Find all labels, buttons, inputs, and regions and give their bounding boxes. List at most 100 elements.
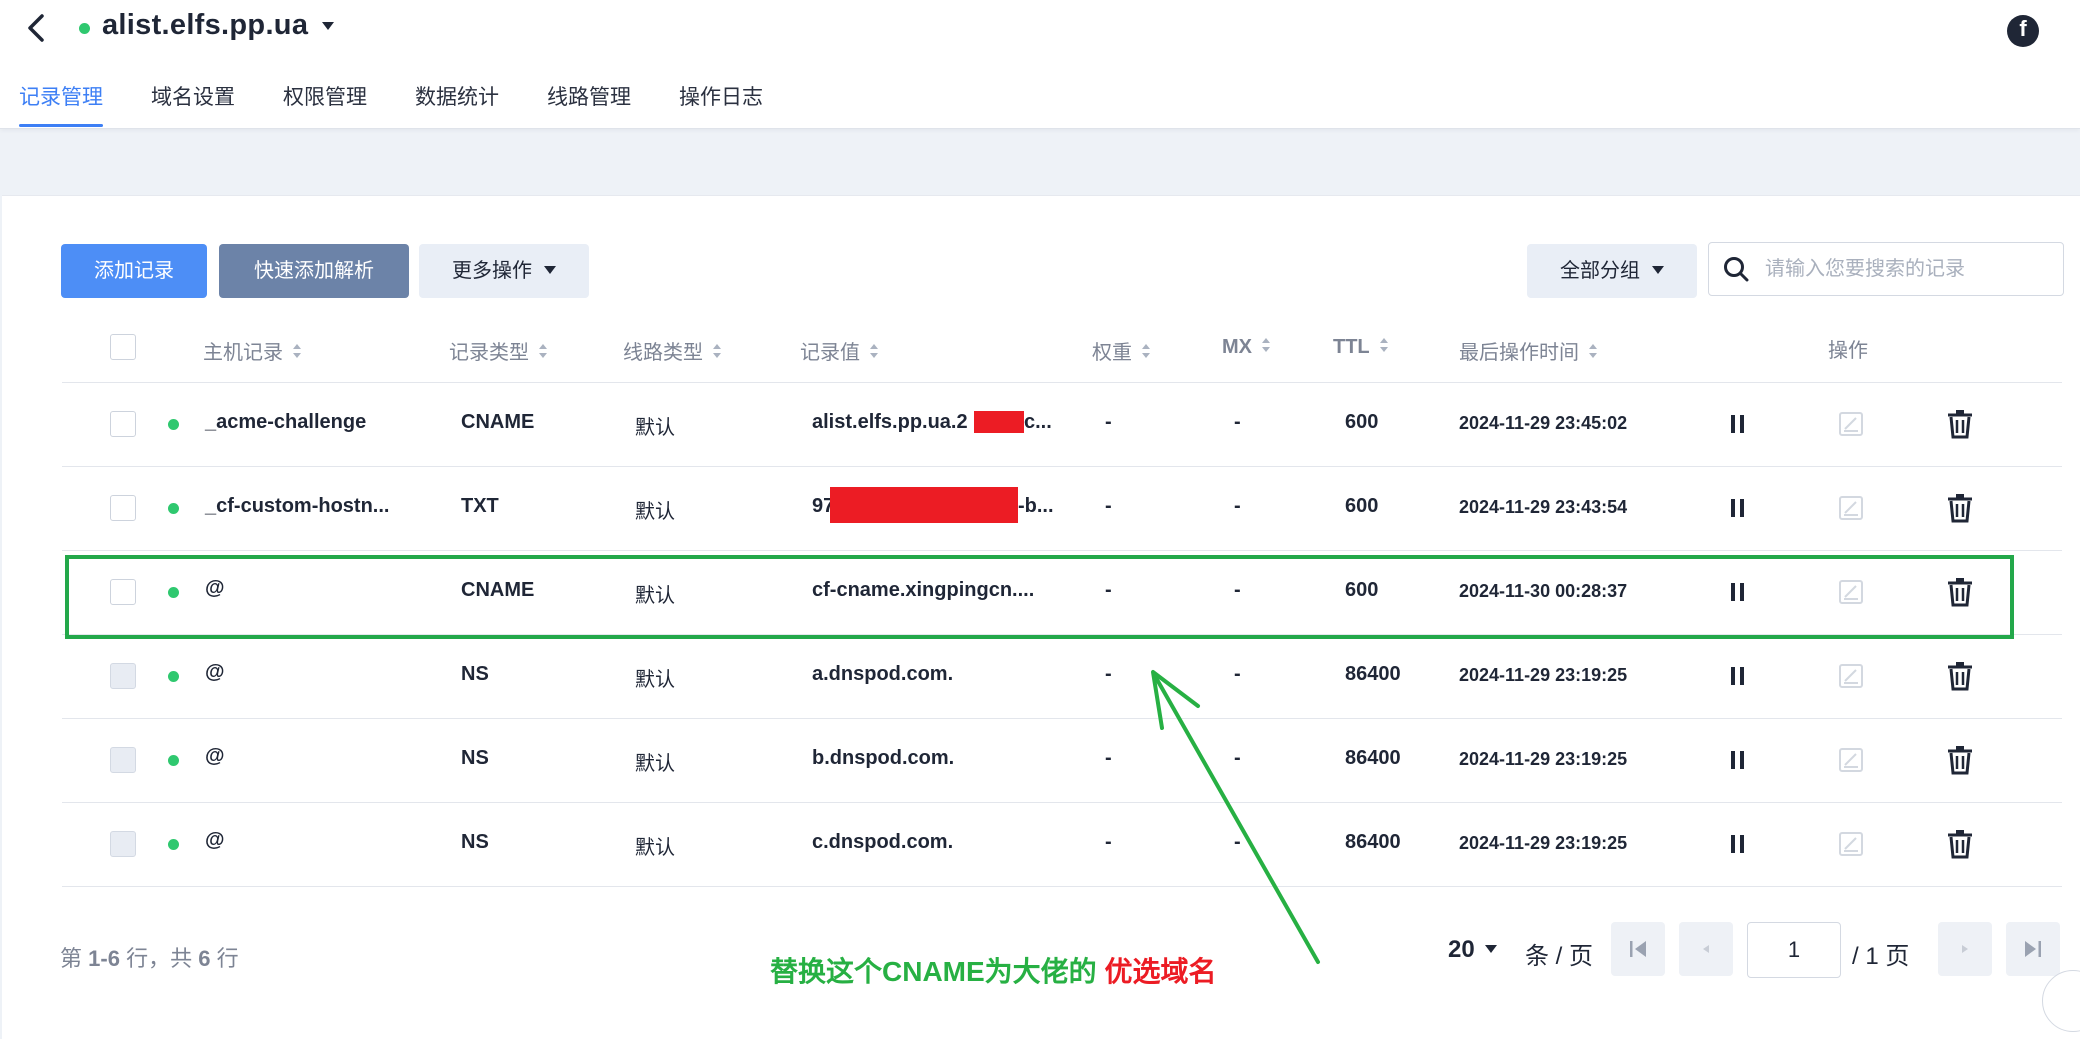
edit-icon[interactable] — [1838, 411, 1864, 437]
quick-add-button[interactable]: 快速添加解析 — [219, 244, 409, 298]
sort-icon[interactable] — [1142, 343, 1150, 360]
weight-cell: - — [1105, 495, 1112, 517]
add-record-button[interactable]: 添加记录 — [61, 244, 207, 298]
value-cell-suffix: c... — [1024, 411, 1052, 433]
pause-icon[interactable] — [1731, 499, 1745, 517]
back-arrow-icon[interactable] — [22, 10, 52, 46]
tab-statistics[interactable]: 数据统计 — [415, 81, 499, 111]
time-cell: 2024-11-29 23:45:02 — [1459, 413, 1628, 433]
ttl-cell: 600 — [1345, 495, 1379, 517]
pause-icon[interactable] — [1731, 415, 1745, 433]
trash-icon[interactable] — [1946, 745, 1974, 775]
time-cell: 2024-11-29 23:43:54 — [1459, 497, 1628, 517]
sort-icon[interactable] — [713, 343, 721, 360]
next-page-button[interactable] — [1938, 922, 1992, 976]
column-line[interactable]: 线路类型 — [623, 336, 721, 365]
prev-page-button[interactable] — [1679, 922, 1733, 976]
ttl-cell: 86400 — [1345, 747, 1401, 769]
tab-operation-log[interactable]: 操作日志 — [679, 81, 763, 111]
more-actions-button[interactable]: 更多操作 — [419, 244, 589, 298]
host-cell: @ — [205, 745, 225, 767]
column-type[interactable]: 记录类型 — [449, 336, 547, 365]
facebook-icon[interactable]: f — [2007, 15, 2039, 47]
count-suffix: 行 — [216, 946, 239, 971]
value-cell-prefix[interactable]: b.dnspod.com. — [812, 747, 954, 770]
edit-icon[interactable] — [1838, 495, 1864, 521]
ttl-cell: 86400 — [1345, 663, 1401, 685]
count-range: 1-6 — [88, 946, 120, 971]
select-all-checkbox[interactable] — [110, 334, 136, 360]
per-page-label: 条 / 页 — [1525, 943, 1594, 970]
column-mx[interactable]: MX — [1222, 336, 1270, 359]
time-cell: 2024-11-29 23:19:25 — [1459, 665, 1628, 685]
domain-switch-caret-icon[interactable] — [322, 22, 334, 30]
sort-icon[interactable] — [539, 343, 547, 360]
tab-domain-settings[interactable]: 域名设置 — [151, 81, 235, 111]
trash-icon[interactable] — [1946, 409, 1974, 439]
ttl-cell: 86400 — [1345, 831, 1401, 853]
page-number-input[interactable] — [1747, 922, 1841, 978]
edit-icon[interactable] — [1838, 831, 1864, 857]
column-ttl-label: TTL — [1333, 336, 1370, 358]
trash-icon[interactable] — [1946, 829, 1974, 859]
column-weight[interactable]: 权重 — [1092, 336, 1150, 365]
search-icon[interactable] — [1723, 256, 1749, 282]
trash-icon[interactable] — [1946, 661, 1974, 691]
value-cell-prefix[interactable]: alist.elfs.pp.ua.2 — [812, 411, 968, 434]
row-checkbox[interactable] — [110, 663, 136, 689]
last-page-icon — [2025, 941, 2041, 957]
first-page-button[interactable] — [1611, 922, 1665, 976]
tab-line-management[interactable]: 线路管理 — [547, 81, 631, 111]
page-size-dropdown[interactable]: 20 — [1448, 936, 1497, 964]
line-cell: 默认 — [635, 753, 675, 775]
column-ttl[interactable]: TTL — [1333, 336, 1388, 359]
tab-record-management[interactable]: 记录管理 — [19, 81, 103, 111]
column-mx-label: MX — [1222, 336, 1252, 358]
sort-icon[interactable] — [1379, 337, 1388, 354]
host-cell: @ — [205, 661, 225, 683]
active-tab-indicator — [19, 124, 103, 127]
column-host[interactable]: 主机记录 — [203, 336, 301, 365]
column-actions: 操作 — [1828, 340, 1868, 362]
status-dot — [168, 755, 179, 766]
trash-icon[interactable] — [1946, 493, 1974, 523]
mx-cell: - — [1234, 747, 1241, 769]
value-cell-prefix[interactable]: c.dnspod.com. — [812, 831, 953, 854]
row-checkbox[interactable] — [110, 495, 136, 521]
pause-icon[interactable] — [1731, 835, 1745, 853]
value-cell-suffix: -b... — [1018, 495, 1054, 517]
last-page-button[interactable] — [2006, 922, 2060, 976]
pause-icon[interactable] — [1731, 667, 1745, 685]
sort-icon[interactable] — [870, 343, 878, 360]
group-filter-dropdown[interactable]: 全部分组 — [1527, 244, 1697, 298]
table-row: _cf-custom-hostn... TXT 默认 97 -b... - - … — [62, 467, 2062, 551]
status-dot — [168, 839, 179, 850]
sort-icon[interactable] — [1589, 343, 1597, 360]
tab-permissions[interactable]: 权限管理 — [283, 81, 367, 111]
time-cell: 2024-11-29 23:19:25 — [1459, 833, 1628, 853]
edit-icon[interactable] — [1838, 663, 1864, 689]
row-checkbox[interactable] — [110, 831, 136, 857]
mx-cell: - — [1234, 663, 1241, 685]
ttl-cell: 600 — [1345, 411, 1379, 433]
value-cell-prefix[interactable]: a.dnspod.com. — [812, 663, 953, 686]
column-last-op-label: 最后操作时间 — [1459, 342, 1579, 364]
page-size-value: 20 — [1448, 936, 1475, 963]
weight-cell: - — [1105, 831, 1112, 853]
sort-icon[interactable] — [1262, 337, 1270, 354]
search-box — [1708, 242, 2064, 296]
pause-icon[interactable] — [1731, 751, 1745, 769]
column-value[interactable]: 记录值 — [800, 336, 878, 365]
annotation-text: 替换这个CNAME为大佬的 优选域名 — [770, 950, 1216, 990]
search-input[interactable] — [1763, 252, 2057, 286]
highlight-box — [65, 555, 2014, 639]
column-last-op[interactable]: 最后操作时间 — [1459, 336, 1597, 365]
row-checkbox[interactable] — [110, 747, 136, 773]
mx-cell: - — [1234, 411, 1241, 433]
host-cell: _acme-challenge — [205, 411, 367, 433]
sort-icon[interactable] — [293, 343, 301, 360]
count-total: 6 — [198, 946, 211, 971]
edit-icon[interactable] — [1838, 747, 1864, 773]
domain-title[interactable]: alist.elfs.pp.ua — [102, 9, 308, 42]
row-checkbox[interactable] — [110, 411, 136, 437]
